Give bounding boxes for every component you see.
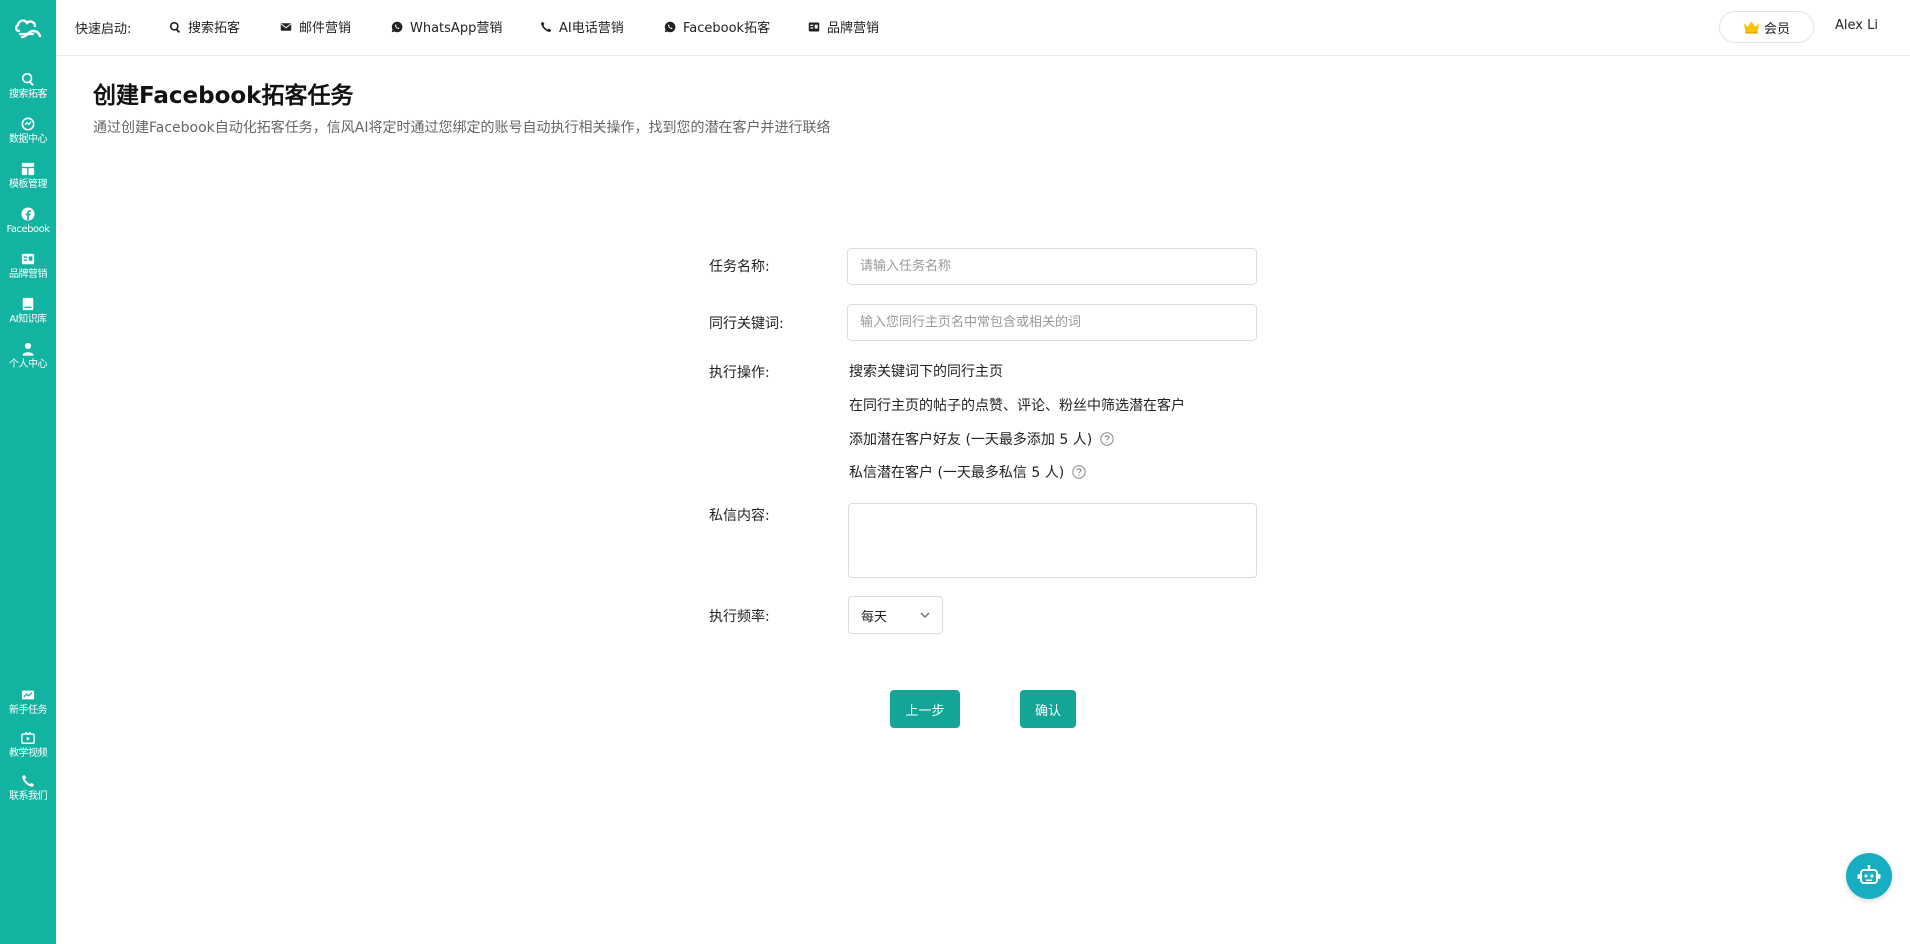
quick-nav-label: Facebook拓客 <box>683 21 771 36</box>
message-label: 私信内容: <box>709 508 770 524</box>
task-name-label: 任务名称: <box>709 259 770 275</box>
ai-assistant-button[interactable] <box>1846 853 1892 899</box>
phone-icon <box>541 21 552 32</box>
whatsapp-icon <box>391 21 403 32</box>
quick-nav-email[interactable]: 邮件营销 <box>280 17 351 36</box>
operation-item: 搜索关键词下的同行主页 <box>849 361 1003 381</box>
page-title: 创建Facebook拓客任务 <box>93 83 354 109</box>
user-icon <box>22 342 34 356</box>
sidebar-item-facebook[interactable]: Facebook <box>0 201 56 241</box>
keyword-input[interactable] <box>847 304 1257 341</box>
sidebar-item-newbie-task[interactable]: 新手任务 <box>0 682 56 722</box>
help-icon[interactable] <box>1100 432 1114 446</box>
sidebar-item-video[interactable]: 教学视频 <box>0 725 56 765</box>
sidebar-item-label: 教学视频 <box>9 747 48 759</box>
sidebar-item-label: 搜索拓客 <box>9 88 48 100</box>
sidebar-item-brand[interactable]: 品牌营销 <box>0 246 56 286</box>
quick-nav-whatsapp[interactable]: WhatsApp营销 <box>391 17 502 36</box>
logo[interactable] <box>0 0 56 56</box>
sidebar-item-contact[interactable]: 联系我们 <box>0 768 56 808</box>
search-icon <box>169 21 181 33</box>
facebook-icon <box>21 206 35 221</box>
operation-item: 私信潜在客户 (一天最多私信 5 人) <box>849 462 1086 482</box>
operation-item: 在同行主页的帖子的点赞、评论、粉丝中筛选潜在客户 <box>849 395 1185 415</box>
brand-icon <box>21 253 35 264</box>
operation-text: 在同行主页的帖子的点赞、评论、粉丝中筛选潜在客户 <box>849 398 1185 414</box>
help-icon[interactable] <box>1072 465 1086 479</box>
operation-item: 添加潜在客户好友 (一天最多添加 5 人) <box>849 429 1114 449</box>
sidebar-item-knowledge[interactable]: AI知识库 <box>0 291 56 331</box>
quick-nav-label: AI电话营销 <box>559 21 624 36</box>
brand-icon <box>808 22 820 31</box>
confirm-button[interactable]: 确认 <box>1020 690 1076 728</box>
quick-nav-label: 品牌营销 <box>827 21 880 36</box>
quick-nav-search[interactable]: 搜索拓客 <box>169 17 240 36</box>
task-icon <box>21 690 35 699</box>
vip-button[interactable]: 会员 <box>1719 11 1814 43</box>
book-icon <box>22 297 34 310</box>
video-icon <box>21 731 35 744</box>
quick-nav-label: 搜索拓客 <box>188 21 241 36</box>
prev-step-button[interactable]: 上一步 <box>890 690 960 728</box>
sidebar-item-label: AI知识库 <box>9 313 47 325</box>
operation-text: 添加潜在客户好友 (一天最多添加 5 人) <box>849 432 1093 448</box>
sidebar: 搜索拓客 数据中心 模板管理 Facebook 品牌营销 AI知识库 个人中心 … <box>0 0 56 944</box>
crown-icon <box>1743 21 1760 34</box>
quick-nav-label: 邮件营销 <box>299 21 352 36</box>
data-icon <box>21 117 35 130</box>
top-bar: 快速启动: 搜索拓客 邮件营销 WhatsApp营销 AI电话营销 Facebo… <box>56 0 1910 56</box>
frequency-select[interactable]: 每天 <box>848 596 943 634</box>
sidebar-item-label: Facebook <box>6 223 51 235</box>
quick-start-label: 快速启动: <box>75 22 132 37</box>
robot-icon <box>1857 865 1881 884</box>
sidebar-item-label: 联系我们 <box>9 790 48 802</box>
sidebar-item-search[interactable]: 搜索拓客 <box>0 66 56 106</box>
frequency-value: 每天 <box>861 609 888 625</box>
sidebar-item-label: 品牌营销 <box>9 268 48 280</box>
chevron-down-icon <box>920 612 930 618</box>
keyword-label: 同行关键词: <box>709 316 784 332</box>
page-description: 通过创建Facebook自动化拓客任务，信风AI将定时通过您绑定的账号自动执行相… <box>93 120 831 136</box>
mail-icon <box>280 22 292 31</box>
sidebar-item-template[interactable]: 模板管理 <box>0 156 56 196</box>
logo-icon <box>15 19 42 39</box>
sidebar-item-profile[interactable]: 个人中心 <box>0 336 56 376</box>
operation-text: 搜索关键词下的同行主页 <box>849 364 1003 380</box>
quick-nav-ai-phone[interactable]: AI电话营销 <box>540 17 624 36</box>
quick-nav-brand[interactable]: 品牌营销 <box>808 17 879 36</box>
quick-nav-label: WhatsApp营销 <box>410 21 503 36</box>
operation-text: 私信潜在客户 (一天最多私信 5 人) <box>849 465 1065 481</box>
message-textarea[interactable] <box>848 503 1257 578</box>
sidebar-item-label: 新手任务 <box>9 704 48 716</box>
sidebar-item-label: 模板管理 <box>9 178 48 190</box>
sidebar-item-data[interactable]: 数据中心 <box>0 111 56 151</box>
frequency-label: 执行频率: <box>709 609 770 625</box>
sidebar-item-label: 数据中心 <box>9 133 48 145</box>
template-icon <box>21 162 35 175</box>
phone-icon <box>22 774 35 787</box>
vip-label: 会员 <box>1763 21 1790 37</box>
sidebar-item-label: 个人中心 <box>9 358 48 370</box>
whatsapp-icon <box>664 21 676 32</box>
search-icon <box>21 72 34 86</box>
task-name-input[interactable] <box>847 248 1257 285</box>
quick-nav-facebook[interactable]: Facebook拓客 <box>664 17 770 36</box>
user-name[interactable]: Alex Li <box>1835 18 1878 33</box>
operations-label: 执行操作: <box>709 365 770 381</box>
